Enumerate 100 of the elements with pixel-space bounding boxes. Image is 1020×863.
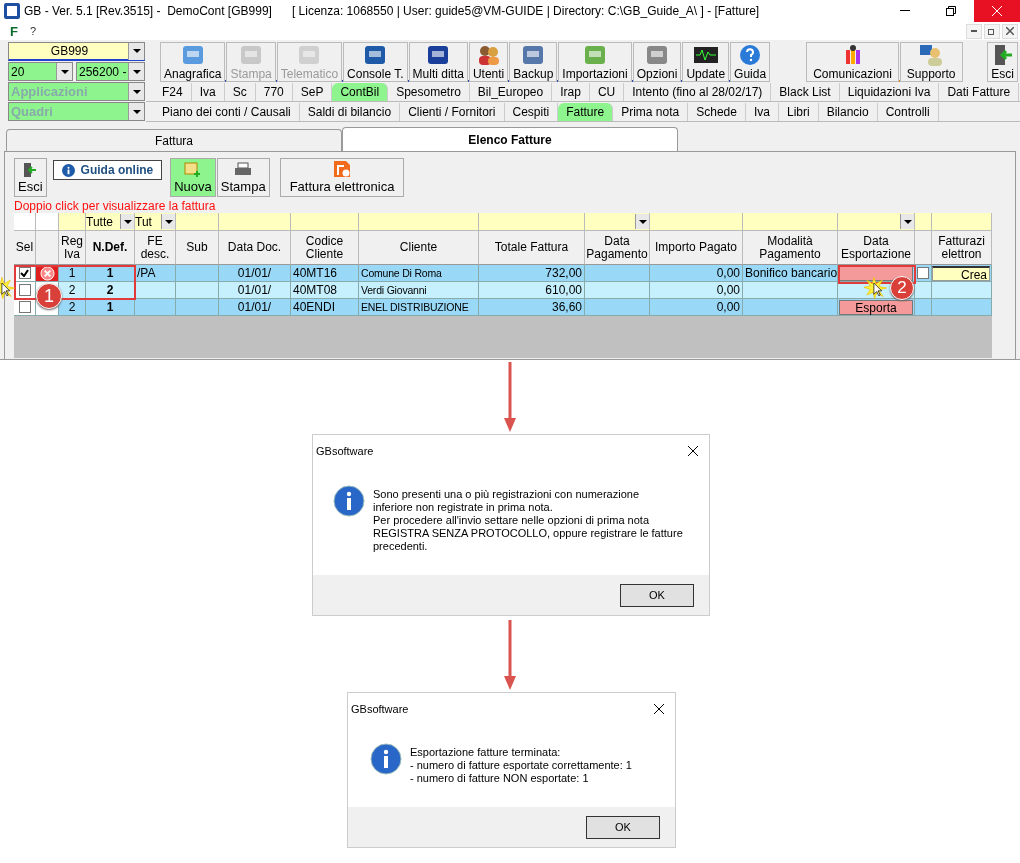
e-invoice-checkbox[interactable] <box>917 267 929 279</box>
header-cell <box>36 231 59 265</box>
restore-icon <box>988 27 996 35</box>
minimize-button[interactable] <box>966 23 982 39</box>
toolbar-button[interactable]: Anagrafica <box>160 42 226 82</box>
table-cell: 36,60 <box>479 299 585 316</box>
menu-item[interactable]: ? <box>29 25 37 37</box>
dialog-title: GBsoftware <box>351 703 409 715</box>
filter-cell <box>59 213 86 231</box>
column-header: N.Def. <box>86 231 135 265</box>
company-dropdown[interactable]: GB999 <box>8 42 145 61</box>
table-cell: 01/01/ <box>219 299 291 316</box>
close-icon[interactable] <box>687 445 699 457</box>
filter-cell <box>14 213 36 231</box>
minimize-icon <box>900 10 910 12</box>
toolbar-button[interactable]: Supporto <box>899 42 963 82</box>
toolbar-button[interactable]: Comunicazioni <box>806 42 899 82</box>
e-invoice-button[interactable]: Fattura elettronica <box>279 158 405 197</box>
column-header: FE desc. <box>135 231 176 265</box>
filter-cell <box>219 213 291 231</box>
toolbar-button[interactable]: Importazioni <box>558 42 632 82</box>
account-dropdown[interactable]: 256200 - <box>76 62 145 81</box>
module-tab[interactable]: ContBil <box>332 83 389 101</box>
module-tab[interactable]: Irap <box>552 83 590 101</box>
toolbar-button[interactable]: Backup <box>509 42 558 82</box>
section-tab[interactable]: Piano dei conti / Causali <box>154 103 300 121</box>
module-tab[interactable]: Bil_Europeo <box>469 83 553 101</box>
close-icon <box>1006 27 1014 35</box>
toolbar-button[interactable]: Console T. <box>343 42 408 82</box>
menu-item[interactable]: F <box>10 23 18 39</box>
row-checkbox[interactable] <box>18 267 31 279</box>
new-button[interactable]: Nuova <box>170 158 216 197</box>
section-tab[interactable]: Bilancio <box>818 103 878 121</box>
filter-cell <box>36 213 59 231</box>
module-tab[interactable]: CU <box>589 83 625 101</box>
exit-button[interactable]: Esci <box>14 158 47 197</box>
section-tab[interactable]: Clienti / Fornitori <box>400 103 505 121</box>
hint-text: Doppio click per visualizzare la fattura <box>14 199 217 213</box>
support-person-icon <box>919 44 944 66</box>
row-checkbox[interactable] <box>18 284 31 296</box>
dialog-message: Sono presenti una o più registrazioni con numerazione inferiore non registrate in prima nota. Per procedere all'invio settare nelle opzioni di prima nota REGISTRA SENZA PROTOCOLLO, oppure registrare le fatture precedenti. <box>373 487 683 553</box>
module-tab[interactable]: Spesometro <box>388 83 470 101</box>
row-checkbox[interactable] <box>18 301 31 313</box>
toolbar-button[interactable]: Multi ditta <box>408 42 468 82</box>
year-dropdown[interactable]: 20 <box>8 62 73 81</box>
module-tab[interactable]: Black List <box>771 83 840 101</box>
filter-cell <box>932 213 992 231</box>
toolbar-button[interactable]: Update <box>682 42 730 82</box>
app-logo-icon <box>4 3 20 19</box>
section-tab[interactable]: Schede <box>688 103 746 121</box>
cursor-highlight-drawing <box>864 277 888 299</box>
online-help-button[interactable]: Guida online <box>52 160 163 180</box>
page-tab[interactable]: Fattura <box>6 129 342 151</box>
column-header: Fatturazi elettron <box>932 231 992 265</box>
toolbar-button[interactable]: Opzioni <box>632 42 682 82</box>
section-tab[interactable]: Libri <box>778 103 819 121</box>
print-button[interactable]: Stampa <box>216 158 270 197</box>
module-tab[interactable]: F24 <box>154 83 192 101</box>
filter-cell <box>176 213 219 231</box>
table-cell: 2 <box>86 282 135 299</box>
close-icon[interactable] <box>653 703 665 715</box>
page-tab[interactable]: Elenco Fatture <box>342 127 678 151</box>
close-button[interactable] <box>1002 23 1018 39</box>
create-button[interactable]: Crea <box>932 265 990 281</box>
section-tab[interactable]: Iva <box>745 103 779 121</box>
info-icon <box>333 485 365 517</box>
info-icon <box>61 163 75 177</box>
module-tab[interactable]: Sc <box>224 83 256 101</box>
column-header: Sel <box>14 231 36 265</box>
info-icon <box>370 743 402 775</box>
filter-dropdown[interactable]: Tut <box>135 213 176 231</box>
section-tab[interactable]: Controlli <box>877 103 939 121</box>
export-button[interactable]: Esporta <box>839 299 913 315</box>
window-title: GB - Ver. 5.1 [Rev.3515] - DemoCont [GB999] [ Licenza: 1068550 | User: guide5@VM-GUIDE | Directory: C:\GB_Guide_A\ ] - [Fatture] <box>24 4 761 18</box>
section-tab[interactable]: Prima nota <box>613 103 689 121</box>
filter-cell <box>291 213 359 231</box>
section-tab[interactable]: Fatture <box>558 103 614 121</box>
table-row[interactable]: 1 1 /PA 01/01/ 40MT16 Comune Di Roma 732,00 0,00 Bonifico bancario Crea <box>14 265 992 282</box>
column-header: Importo Pagato <box>650 231 743 265</box>
section-tab[interactable]: Saldi di bilancio <box>299 103 401 121</box>
fe-document-icon <box>333 160 351 178</box>
column-header: Codice Cliente <box>291 231 359 265</box>
table-cell: 40ENDI <box>291 299 359 316</box>
module-tab[interactable]: Dati Fatture <box>939 83 1020 101</box>
minimize-icon <box>971 30 977 32</box>
module-tab[interactable]: Iva <box>191 83 225 101</box>
ok-button[interactable]: OK <box>620 583 694 607</box>
header-cell <box>915 231 932 265</box>
module-tab[interactable]: Liquidazioni Iva <box>839 83 940 101</box>
module-tab[interactable]: Intento (fino al 28/02/17) <box>624 83 772 101</box>
module-tab[interactable]: 770 <box>255 83 293 101</box>
column-header: Modalità Pagamento <box>743 231 838 265</box>
exit-button[interactable]: Esci <box>987 42 1018 82</box>
ok-button[interactable]: OK <box>586 815 660 839</box>
toolbar-button[interactable]: Guida <box>730 42 771 82</box>
close-icon <box>992 6 1002 16</box>
toolbar-button[interactable]: Utenti <box>468 42 509 82</box>
waveform-icon <box>692 44 719 66</box>
restore-button[interactable] <box>984 23 1000 39</box>
filter-dropdown[interactable]: Tutte <box>86 213 135 231</box>
